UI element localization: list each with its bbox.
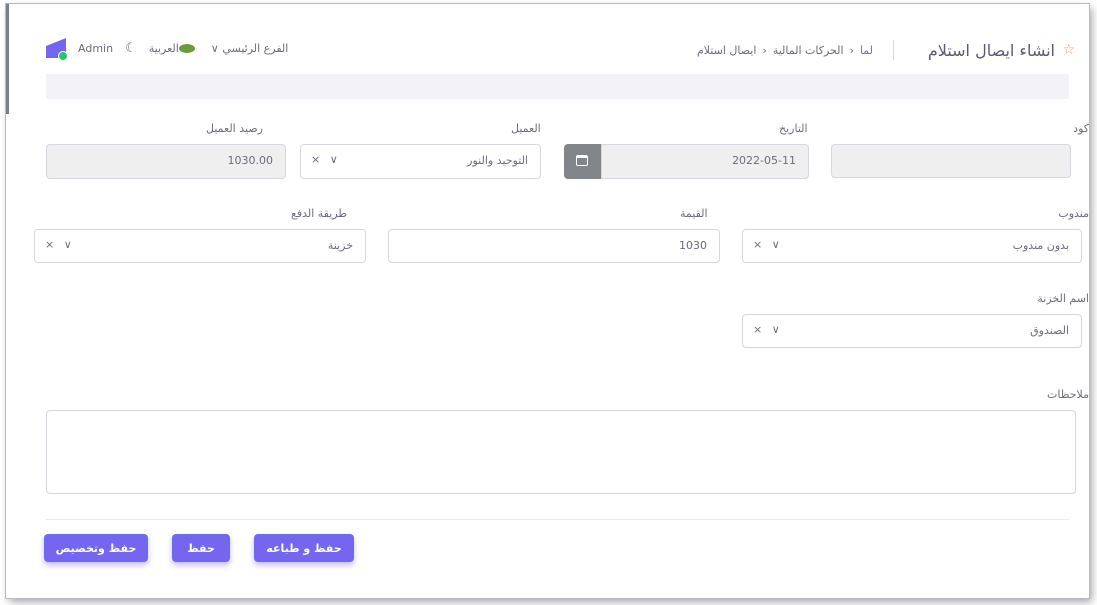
calendar-icon xyxy=(576,155,588,166)
client-balance-label: رصيد العميل xyxy=(206,122,263,135)
chevron-left-icon: ‹ xyxy=(762,44,767,57)
title-divider xyxy=(893,40,894,60)
treasury-value: الصندوق xyxy=(1030,324,1069,337)
page-title: انشاء ايصال استلام xyxy=(927,41,1055,60)
window-edge xyxy=(6,4,9,114)
notes-textarea[interactable] xyxy=(46,410,1076,494)
delegate-select[interactable]: × ∨ بدون مندوب xyxy=(742,229,1082,263)
code-label: كود xyxy=(1073,122,1089,135)
notes-label: ملاحظات xyxy=(1047,388,1089,401)
save-allocate-button[interactable]: حفظ وتخصيص xyxy=(44,534,148,562)
date-label: التاريخ xyxy=(779,122,808,135)
user-name[interactable]: Admin xyxy=(78,42,113,55)
save-print-button[interactable]: حفظ و طباعه xyxy=(254,534,354,562)
amount-value: 1030 xyxy=(679,239,707,252)
payment-method-label: طريقة الدفع xyxy=(291,207,348,220)
branch-selector[interactable]: ∨ الفرع الرئيسي xyxy=(211,42,289,55)
breadcrumb-finance[interactable]: الحركات المالية xyxy=(773,44,844,57)
select-controls-icon[interactable]: × ∨ xyxy=(45,238,75,251)
select-controls-icon[interactable]: × ∨ xyxy=(311,153,341,166)
code-field[interactable] xyxy=(831,144,1071,178)
moon-icon[interactable]: ☾ xyxy=(125,41,137,56)
online-status-dot xyxy=(58,51,68,61)
select-controls-icon[interactable]: × ∨ xyxy=(753,238,783,251)
language-switcher[interactable]: العربية xyxy=(149,42,199,55)
client-balance-value: 1030.00 xyxy=(227,154,274,167)
amount-input[interactable]: 1030 xyxy=(388,229,720,263)
select-controls-icon[interactable]: × ∨ xyxy=(753,323,783,336)
calendar-button[interactable] xyxy=(564,144,601,179)
app-window: ☆ انشاء ايصال استلام لما ‹ الحركات المال… xyxy=(6,4,1089,598)
chevron-left-icon: ‹ xyxy=(849,44,854,57)
client-balance-field[interactable]: 1030.00 xyxy=(46,144,286,179)
breadcrumb-current: ايصال استلام xyxy=(696,44,757,57)
payment-method-value: خزينة xyxy=(327,239,353,252)
treasury-select[interactable]: × ∨ الصندوق xyxy=(742,314,1082,348)
tag-icon: ☆ xyxy=(1062,42,1075,58)
treasury-label: اسم الخزنة xyxy=(1037,292,1089,305)
date-value: 2022-05-11 xyxy=(732,154,796,167)
date-field[interactable]: 2022-05-11 xyxy=(601,144,809,179)
language-label: العربية xyxy=(148,41,179,55)
amount-label: القيمة xyxy=(680,207,708,220)
avatar[interactable] xyxy=(46,38,68,61)
branch-label: الفرع الرئيسي xyxy=(222,41,289,55)
user-area: Admin ☾ العربية ∨ الفرع الرئيسي xyxy=(46,38,289,61)
flag-icon xyxy=(178,44,195,53)
client-select[interactable]: × ∨ التوحيد والنور xyxy=(300,144,541,179)
save-button[interactable]: حفظ xyxy=(172,534,230,562)
client-value: التوحيد والنور xyxy=(467,154,528,167)
toolbar-band xyxy=(46,74,1069,99)
delegate-value: بدون مندوب xyxy=(1012,239,1069,252)
payment-method-select[interactable]: × ∨ خزينة xyxy=(34,229,366,263)
breadcrumb: لما ‹ الحركات المالية ‹ ايصال استلام xyxy=(697,44,873,57)
breadcrumb-home[interactable]: لما xyxy=(860,44,873,57)
client-label: العميل xyxy=(511,122,541,135)
chevron-down-icon: ∨ xyxy=(210,41,223,55)
form-divider xyxy=(46,519,1069,520)
delegate-label: مندوب xyxy=(1058,207,1089,220)
